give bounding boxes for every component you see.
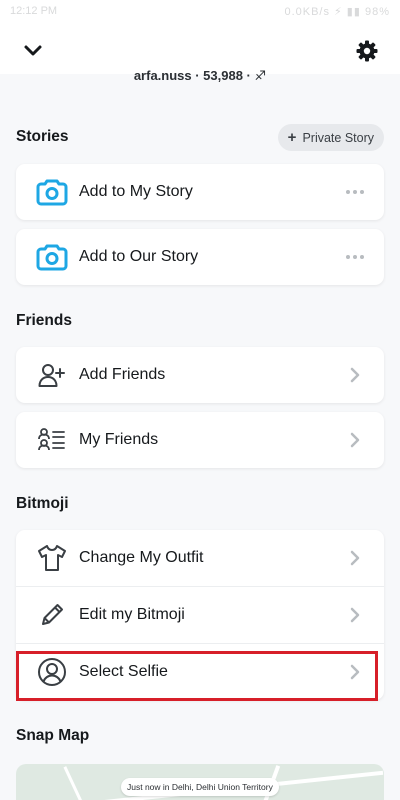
chevron-right-icon xyxy=(350,607,360,623)
friends-section-title: Friends xyxy=(16,312,72,329)
chevron-down-icon xyxy=(24,45,42,56)
list-item-label: My Friends xyxy=(79,431,159,448)
map-location-tooltip: Just now in Delhi, Delhi Union Territory xyxy=(121,778,279,796)
add-friends-card[interactable]: Add Friends xyxy=(16,347,384,403)
header xyxy=(0,22,400,74)
list-item[interactable]: Add to Our Story xyxy=(16,229,384,285)
gear-icon xyxy=(356,40,378,62)
add-friend-icon xyxy=(36,359,68,391)
bitmoji-section-title: Bitmoji xyxy=(16,495,69,512)
selfie-icon xyxy=(36,656,68,688)
list-item[interactable]: Edit my Bitmoji xyxy=(16,587,384,643)
list-item-label: Add to My Story xyxy=(79,183,193,200)
status-bar: 12:12 PM 0.0KB/s ⚡ ▮▮ 98% xyxy=(0,0,400,22)
add-to-our-story-card[interactable]: Add to Our Story xyxy=(16,229,384,285)
snap-map-section-title: Snap Map xyxy=(16,727,90,744)
my-friends-card[interactable]: My Friends xyxy=(16,412,384,468)
add-to-my-story-card[interactable]: Add to My Story xyxy=(16,164,384,220)
list-item[interactable]: Change My Outfit xyxy=(16,530,384,586)
list-item-label: Add Friends xyxy=(79,366,166,383)
friends-list-icon xyxy=(36,424,68,456)
list-item[interactable]: Add to My Story xyxy=(16,164,384,220)
snap-map-preview[interactable]: Just now in Delhi, Delhi Union Territory xyxy=(16,764,384,800)
list-item[interactable]: Add Friends xyxy=(16,347,384,403)
stories-section-title: Stories xyxy=(16,128,69,145)
camera-icon xyxy=(36,241,68,273)
chevron-right-icon xyxy=(350,550,360,566)
camera-icon xyxy=(36,176,68,208)
status-indicators: 0.0KB/s ⚡ ▮▮ 98% xyxy=(284,5,390,18)
bitmoji-card: Change My Outfit Edit my Bitmoji Select … xyxy=(16,530,384,700)
settings-button[interactable] xyxy=(352,36,382,66)
pencil-icon xyxy=(36,599,68,631)
list-item[interactable]: My Friends xyxy=(16,412,384,468)
private-story-button[interactable]: + Private Story xyxy=(277,124,384,151)
shirt-icon xyxy=(36,542,68,574)
profile-subtitle: arfa.nuss · 53,988 · ♐ xyxy=(133,68,267,83)
list-item-label: Change My Outfit xyxy=(79,549,204,566)
list-item-label: Add to Our Story xyxy=(79,248,199,265)
map-road xyxy=(63,766,92,800)
status-time: 12:12 PM xyxy=(10,5,58,17)
list-item-label: Edit my Bitmoji xyxy=(79,606,185,623)
back-button[interactable] xyxy=(18,36,48,66)
chevron-right-icon xyxy=(350,432,360,448)
more-options-icon[interactable] xyxy=(346,255,364,259)
chevron-right-icon xyxy=(350,367,360,383)
plus-icon: + xyxy=(287,129,297,146)
list-item[interactable]: Select Selfie xyxy=(16,644,384,700)
list-item-label: Select Selfie xyxy=(79,663,168,680)
private-story-label: Private Story xyxy=(302,130,374,145)
chevron-right-icon xyxy=(350,664,360,680)
more-options-icon[interactable] xyxy=(346,190,364,194)
